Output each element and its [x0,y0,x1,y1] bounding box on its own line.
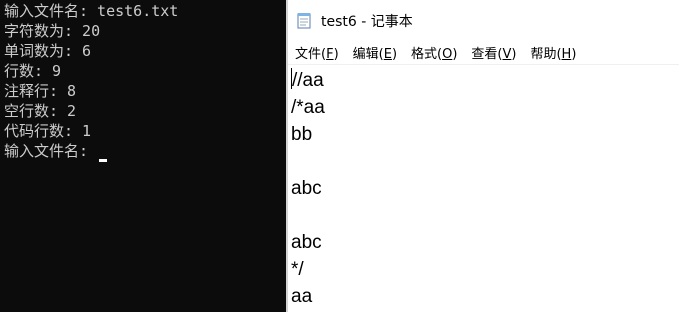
menu-format[interactable]: 格式(O) [404,43,464,62]
editor-line: bb [291,124,313,145]
menu-help[interactable]: 帮助(H) [523,43,583,62]
editor-line: //aa [291,68,324,91]
console-cursor [99,159,108,162]
console-line-blank-lines: 空行数: 2 [4,102,77,120]
window-title: test6 - 记事本 [321,14,413,30]
editor-line: /*aa [291,97,325,118]
text-editor[interactable]: //aa /*aa bb abc abc */ aa [288,65,679,312]
notepad-window[interactable]: test6 - 记事本 文件(F) 编辑(E) 格式(O) 查看(V) 帮助(H… [288,0,679,312]
notepad-titlebar[interactable]: test6 - 记事本 [288,0,679,40]
menu-file[interactable]: 文件(F) [288,43,346,62]
editor-line: abc [291,232,322,253]
editor-line: */ [291,259,304,280]
console-line-code-lines: 代码行数: 1 [4,122,92,140]
menu-view[interactable]: 查看(V) [464,43,523,62]
console-prompt-line[interactable]: 输入文件名: [4,141,286,162]
notepad-icon [296,12,312,29]
console-line-char-count: 字符数为: 20 [4,22,101,40]
console-line-line-count: 行数: 9 [4,62,62,80]
console-line-comment-lines: 注释行: 8 [4,82,77,100]
menu-edit[interactable]: 编辑(E) [346,43,404,62]
console-line-input-filename: 输入文件名: test6.txt [4,2,179,20]
editor-line: abc [291,178,322,199]
console-prompt-text: 输入文件名: [4,142,98,160]
console-line-word-count: 单词数为: 6 [4,42,92,60]
editor-line: aa [291,286,313,307]
menu-bar: 文件(F) 编辑(E) 格式(O) 查看(V) 帮助(H) [288,40,679,65]
console-window[interactable]: 输入文件名: test6.txt 字符数为: 20 单词数为: 6 行数: 9 … [0,0,286,312]
